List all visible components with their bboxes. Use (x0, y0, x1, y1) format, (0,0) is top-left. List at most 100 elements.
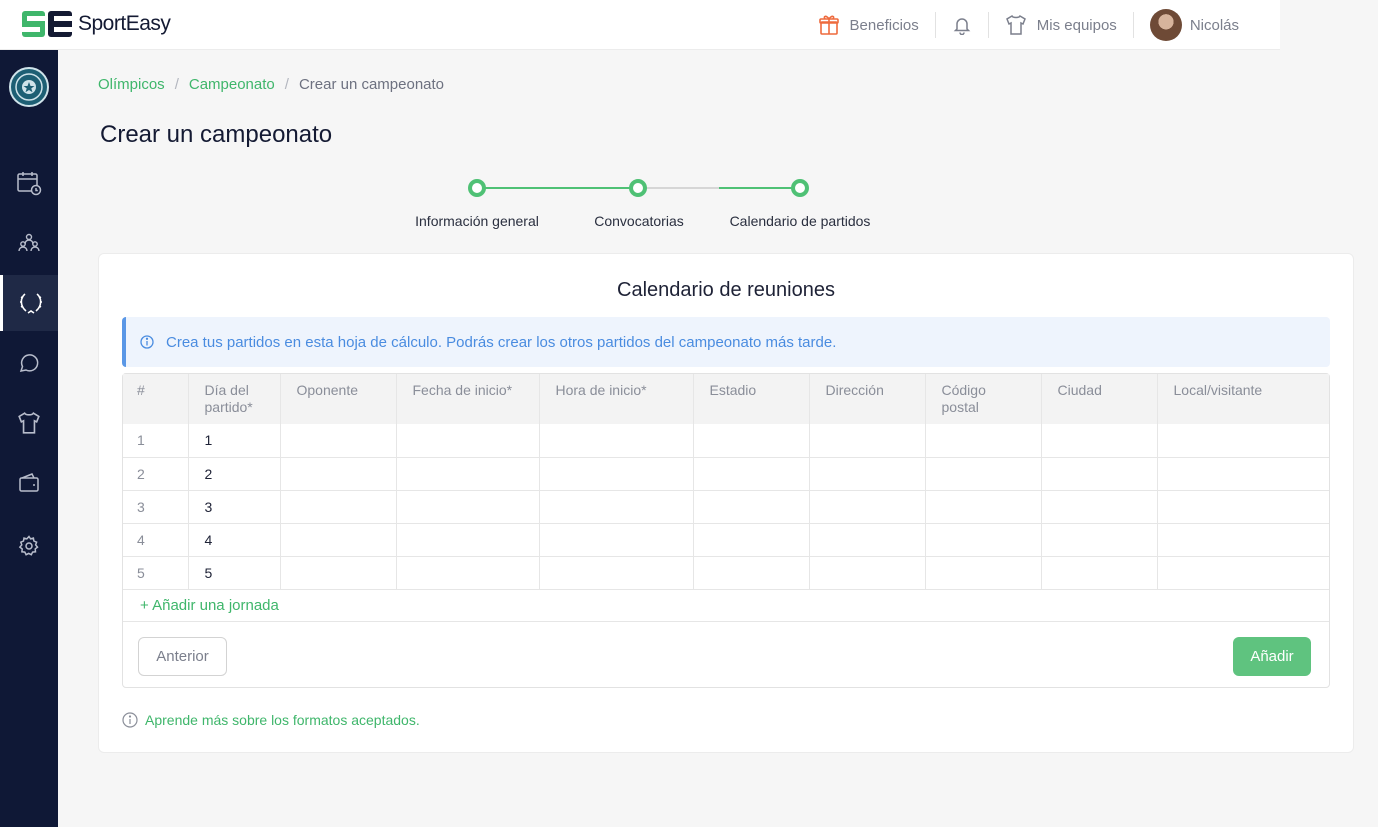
sheet-cell[interactable] (1157, 424, 1329, 457)
column-header: Hora de inicio* (539, 374, 694, 424)
table-row: 55 (123, 555, 1329, 589)
team-badge[interactable] (9, 67, 49, 107)
previous-button[interactable]: Anterior (138, 637, 227, 676)
breadcrumb-team[interactable]: Olímpicos (98, 76, 165, 93)
benefits-label: Beneficios (849, 16, 919, 34)
sheet-cell[interactable] (1157, 555, 1329, 589)
sporteasy-logo[interactable]: SportEasy (22, 11, 171, 37)
row-number: 3 (123, 489, 189, 523)
table-row: 33 (123, 489, 1329, 523)
step-label-2: Convocatorias (594, 213, 684, 229)
sheet-cell[interactable] (925, 489, 1042, 523)
breadcrumb-separator: / (284, 76, 289, 93)
sheet-cell[interactable] (396, 555, 540, 589)
sheet-cell[interactable] (280, 456, 397, 490)
championship-icon (19, 293, 42, 314)
row-number: 2 (123, 456, 189, 490)
sheet-cell[interactable] (396, 489, 540, 523)
sidebar-item-jersey[interactable] (0, 395, 58, 451)
sheet-cell[interactable] (925, 424, 1042, 457)
user-menu[interactable]: Nicolás (1134, 9, 1255, 41)
sheet-cell[interactable] (396, 424, 540, 457)
column-header: Fecha de inicio* (396, 374, 540, 424)
sheet-cell[interactable] (1157, 489, 1329, 523)
my-teams-link[interactable]: Mis equipos (989, 13, 1133, 37)
sheet-cell[interactable] (539, 424, 694, 457)
sheet-cell[interactable] (280, 489, 397, 523)
sheet-cell[interactable] (539, 522, 694, 556)
column-header: Local/visitante (1157, 374, 1329, 424)
brand-name: SportEasy (78, 12, 171, 35)
sheet-cell[interactable]: 2 (188, 456, 281, 490)
sidebar-item-settings[interactable] (0, 518, 58, 574)
sheet-cell[interactable] (693, 489, 810, 523)
settings-icon (18, 535, 39, 556)
step-dot-1[interactable] (468, 179, 486, 197)
sheet-cell[interactable] (693, 456, 810, 490)
info-icon (140, 335, 154, 349)
sheet-cell[interactable] (280, 522, 397, 556)
sheet-cell[interactable] (1041, 555, 1158, 589)
sheet-cell[interactable] (1041, 456, 1158, 490)
sidebar-item-chat[interactable] (0, 335, 58, 391)
sidebar (0, 50, 58, 827)
sheet-cell[interactable] (539, 489, 694, 523)
sheet-cell[interactable] (809, 555, 926, 589)
table-row: 22 (123, 456, 1329, 490)
sheet-cell[interactable] (1041, 522, 1158, 556)
breadcrumb-separator: / (174, 76, 179, 93)
sheet-cell[interactable]: 1 (188, 424, 281, 457)
sheet-cell[interactable] (539, 555, 694, 589)
sheet-cell[interactable] (1041, 489, 1158, 523)
step-dot-2[interactable] (629, 179, 647, 197)
my-teams-label: Mis equipos (1036, 16, 1117, 34)
add-matchday-button[interactable]: + Añadir una jornada (123, 589, 1329, 621)
sidebar-item-members[interactable] (0, 215, 58, 271)
members-icon (18, 233, 40, 252)
card-title: Calendario de reuniones (617, 279, 835, 301)
sheet-cell[interactable]: 5 (188, 555, 281, 589)
step-dot-3[interactable] (791, 179, 809, 197)
sheet-cell[interactable] (693, 555, 810, 589)
calendar-card: Calendario de reuniones Crea tus partido… (98, 253, 1354, 753)
info-banner: Crea tus partidos en esta hoja de cálcul… (122, 317, 1330, 367)
sidebar-item-championship[interactable] (0, 275, 58, 331)
column-header: Código postal (925, 374, 1042, 424)
sidebar-item-wallet[interactable] (0, 455, 58, 511)
sheet-cell[interactable] (809, 522, 926, 556)
sheet-cell[interactable] (1157, 522, 1329, 556)
avatar (1149, 9, 1182, 41)
breadcrumb-championship[interactable]: Campeonato (189, 76, 275, 93)
sheet-cell[interactable] (1157, 456, 1329, 490)
breadcrumb: Olímpicos / Campeonato / Crear un campeo… (98, 76, 444, 93)
sheet-cell[interactable] (809, 424, 926, 457)
sheet-cell[interactable] (280, 424, 397, 457)
sheet-cell[interactable] (1041, 424, 1158, 457)
sheet-cell[interactable] (693, 522, 810, 556)
sheet-cell[interactable] (925, 456, 1042, 490)
notifications-button[interactable] (936, 13, 988, 37)
sheet-cell[interactable]: 4 (188, 522, 281, 556)
sidebar-item-calendar[interactable] (0, 155, 58, 211)
sheet-cell[interactable] (809, 489, 926, 523)
benefits-link[interactable]: Beneficios (802, 13, 935, 37)
step-connector (719, 187, 800, 189)
sheet-cell[interactable]: 3 (188, 489, 281, 523)
column-header: Dirección (809, 374, 926, 424)
learn-more-link[interactable]: Aprende más sobre los formatos aceptados… (122, 712, 420, 728)
sporteasy-logo-mark (22, 11, 72, 37)
sheet-cell[interactable] (693, 424, 810, 457)
sheet-cell[interactable] (925, 555, 1042, 589)
sheet-cell[interactable] (925, 522, 1042, 556)
sheet-cell[interactable] (396, 522, 540, 556)
sheet-cell[interactable] (396, 456, 540, 490)
sheet-footer: Anterior Añadir (123, 621, 1329, 689)
learn-more-text: Aprende más sobre los formatos aceptados… (145, 712, 420, 728)
sheet-cell[interactable] (539, 456, 694, 490)
user-name: Nicolás (1189, 16, 1239, 34)
sheet-cell[interactable] (809, 456, 926, 490)
sheet-cell[interactable] (280, 555, 397, 589)
add-button[interactable]: Añadir (1233, 637, 1311, 676)
matches-spreadsheet: # Día del partido* Oponente Fecha de ini… (122, 373, 1330, 688)
step-label-3: Calendario de partidos (729, 213, 871, 229)
